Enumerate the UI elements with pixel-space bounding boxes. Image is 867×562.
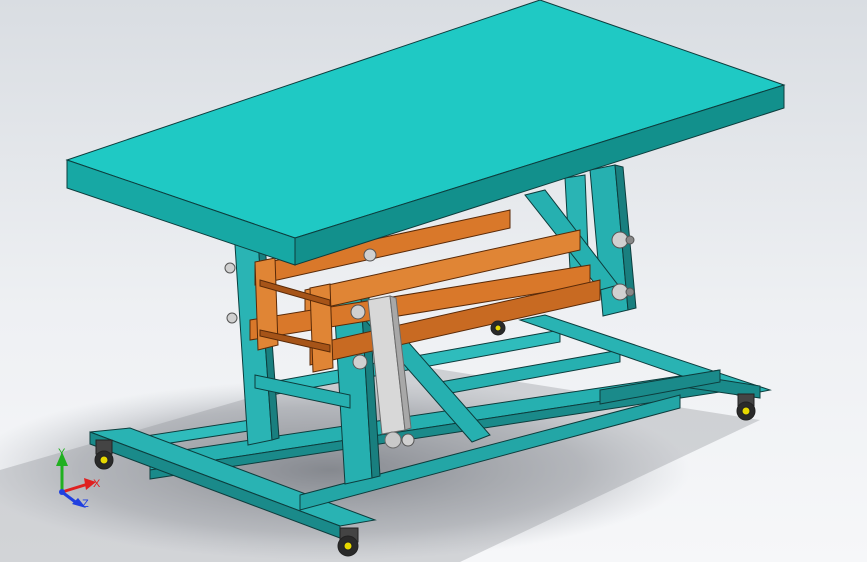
bolt-icon xyxy=(224,262,236,274)
bolt-icon xyxy=(625,287,635,297)
caster-front-left[interactable] xyxy=(94,439,114,470)
triad-y-label: Y xyxy=(58,447,66,459)
triad-z-label: Z xyxy=(82,498,89,510)
bolt-icon xyxy=(625,235,635,245)
cylinder-mount xyxy=(384,431,402,449)
triad-x-label: X xyxy=(93,478,101,490)
bolt-icon xyxy=(226,312,238,324)
graphics-viewport[interactable]: Y X Z xyxy=(0,0,867,562)
caster-front-right[interactable] xyxy=(337,527,359,557)
model-render[interactable]: Y X Z xyxy=(0,0,867,562)
bolt-icon xyxy=(363,248,377,262)
bolt-icon xyxy=(401,433,415,447)
caster-back-right[interactable] xyxy=(736,393,756,421)
bolt-icon xyxy=(352,354,368,370)
triad-origin xyxy=(59,489,65,495)
bolt-icon xyxy=(350,304,366,320)
table-top[interactable] xyxy=(65,0,786,266)
caster-back-middle[interactable] xyxy=(490,320,506,336)
